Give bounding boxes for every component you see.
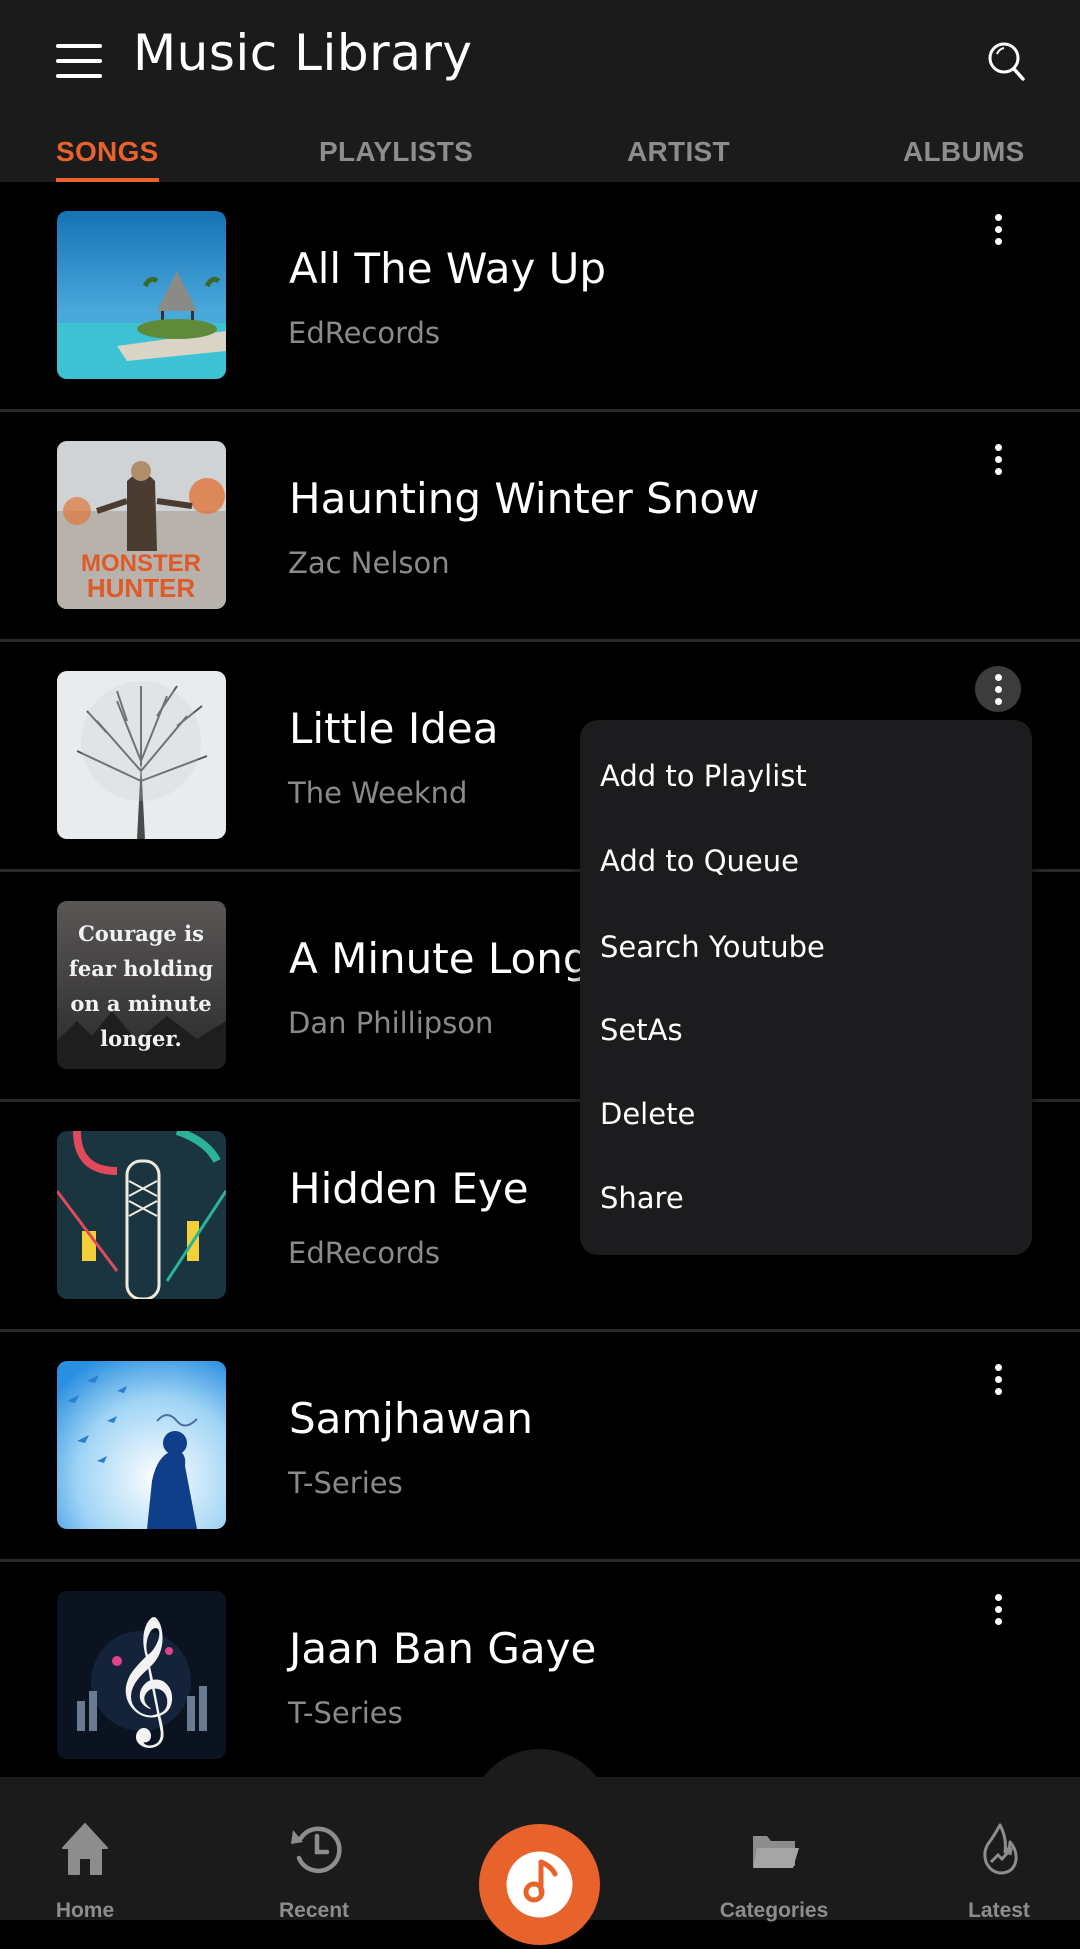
menu-item-add-to-playlist[interactable]: Add to Playlist (600, 759, 807, 793)
song-title: Hidden Eye (289, 1164, 529, 1213)
more-options-icon[interactable] (975, 1356, 1021, 1402)
album-art-birds-silhouette (57, 1361, 226, 1529)
tab-songs[interactable]: SONGS (56, 136, 159, 168)
tab-playlists[interactable]: PLAYLISTS (319, 136, 473, 168)
song-row[interactable]: Samjhawan T-Series (0, 1332, 1080, 1562)
page-title: Music Library (133, 24, 473, 82)
song-artist: Zac Nelson (288, 546, 450, 580)
song-row[interactable]: All The Way Up EdRecords (0, 182, 1080, 412)
song-artist: T-Series (288, 1466, 403, 1500)
nav-categories-label: Categories (719, 1899, 829, 1922)
song-artist: T-Series (288, 1696, 403, 1730)
album-art-treble-clef: 𝄞 (57, 1591, 226, 1759)
music-disc-icon (506, 1851, 573, 1918)
menu-item-set-as[interactable]: SetAs (600, 1013, 683, 1047)
svg-text:on a minute: on a minute (70, 991, 211, 1016)
song-title: Little Idea (289, 704, 499, 753)
song-artist: EdRecords (288, 1236, 441, 1270)
album-art-courage-quote: Courage is fear holding on a minute longer. (57, 901, 226, 1069)
song-artist: EdRecords (288, 316, 441, 350)
menu-item-delete[interactable]: Delete (600, 1097, 695, 1131)
nav-home-label: Home (55, 1899, 115, 1922)
menu-item-share[interactable]: Share (600, 1181, 684, 1215)
trending-flame-icon (983, 1823, 1018, 1875)
svg-text:longer.: longer. (100, 1026, 182, 1051)
album-art-illustrated-city (57, 1131, 226, 1299)
hamburger-menu-icon[interactable] (56, 44, 102, 78)
nav-recent-label: Recent (278, 1899, 350, 1922)
home-icon (62, 1823, 108, 1875)
song-row[interactable]: MONSTER HUNTER Haunting Winter Snow Zac N… (0, 412, 1080, 642)
nav-recent[interactable]: Recent (244, 1812, 384, 1922)
tab-bar: SONGS PLAYLISTS ARTIST ALBUMS (0, 130, 1080, 182)
svg-text:HUNTER: HUNTER (87, 573, 196, 603)
song-context-menu: Add to Playlist Add to Queue Search Yout… (580, 720, 1032, 1255)
more-options-icon[interactable] (975, 206, 1021, 252)
now-playing-button[interactable] (479, 1824, 600, 1945)
album-art-monster-hunter: MONSTER HUNTER (57, 441, 226, 609)
nav-latest-label: Latest (968, 1899, 1030, 1922)
nav-categories[interactable]: Categories (704, 1812, 844, 1922)
nav-latest[interactable]: Latest (929, 1812, 1069, 1922)
folder-icon (753, 1836, 799, 1868)
song-title: All The Way Up (289, 244, 607, 293)
tab-albums[interactable]: ALBUMS (903, 136, 1025, 168)
svg-text:fear holding: fear holding (69, 956, 214, 981)
album-art-tropical-beach (57, 211, 226, 379)
more-options-icon-active[interactable] (975, 666, 1021, 712)
tab-artist[interactable]: ARTIST (627, 136, 730, 168)
song-title: Haunting Winter Snow (289, 474, 760, 523)
more-options-icon[interactable] (975, 1586, 1021, 1632)
svg-text:Courage is: Courage is (78, 921, 204, 946)
song-artist: Dan Phillipson (288, 1006, 494, 1040)
nav-home[interactable]: Home (15, 1812, 155, 1922)
history-icon (291, 1826, 342, 1874)
search-icon[interactable] (986, 40, 1026, 84)
menu-item-search-youtube[interactable]: Search Youtube (600, 930, 825, 964)
more-options-icon[interactable] (975, 436, 1021, 482)
album-art-snowy-tree (57, 671, 226, 839)
svg-text:𝄞: 𝄞 (112, 1614, 177, 1748)
song-title: Samjhawan (289, 1394, 534, 1443)
song-title: Jaan Ban Gaye (289, 1624, 597, 1673)
song-artist: The Weeknd (288, 776, 468, 810)
menu-item-add-to-queue[interactable]: Add to Queue (600, 844, 799, 878)
app-header: Music Library SONGS PLAYLISTS ARTIST ALB… (0, 0, 1080, 182)
